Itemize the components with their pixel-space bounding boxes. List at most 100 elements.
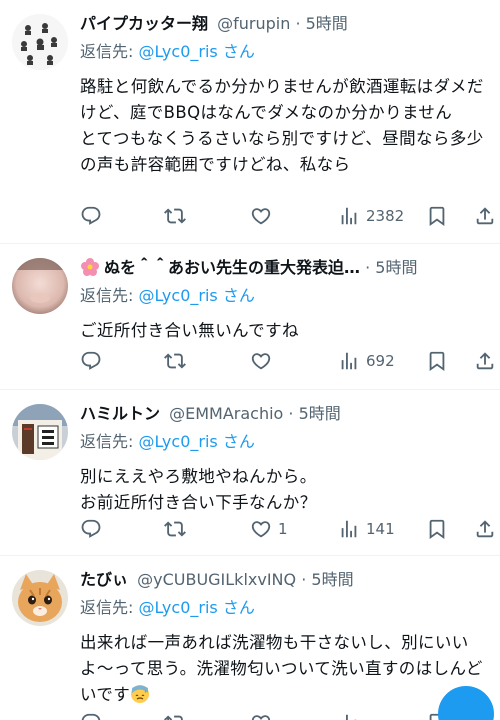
tweet-text: 出来れば一声あれば洗濯物も干さないし、別にいいよ〜って思う。洗濯物匂いついて洗い… [80,630,488,708]
like-button[interactable] [250,711,272,720]
retweet-icon [164,518,186,540]
tweet-text-line: とてつもなくうるさいなら別ですけど、昼間なら多少の声も許容範囲ですけどね、私なら [80,129,484,174]
tweet-reply[interactable]: ハミルトン @EMMArachio · 5時間 返信先: @Lyc0_ris さ… [0,390,500,556]
retweet-button[interactable] [164,349,186,373]
views-button[interactable] [338,711,360,720]
views-button[interactable]: 692 [338,349,395,373]
tweet-header: パイプカッター翔 @furupin · 5時間 [80,12,488,36]
avatar-image [12,258,68,314]
avatar[interactable] [12,404,68,460]
tweet-text: ご近所付き合い無いんですね [80,318,488,344]
views-button[interactable]: 2382 [338,204,404,228]
reply-prefix: 返信先: [80,432,139,451]
like-button[interactable] [250,204,272,228]
reply-mention[interactable]: @Lyc0_ris [138,432,217,451]
retweet-icon [164,350,186,372]
action-bar: 692 [80,349,488,373]
reply-suffix: さん [217,598,255,617]
views-icon [338,712,360,720]
timestamp[interactable]: 5時間 [306,14,348,33]
downcast-sweat-face-emoji-icon [130,684,150,704]
bookmark-icon [426,350,448,372]
reply-prefix: 返信先: [80,598,139,617]
reply-icon [80,350,102,372]
avatar[interactable] [12,570,68,626]
bookmark-button[interactable] [426,517,448,541]
bookmark-icon [426,518,448,540]
views-icon [338,518,360,540]
heart-icon [250,350,272,372]
reply-context: 返信先: @Lyc0_ris さん [80,40,488,64]
share-button[interactable] [474,517,496,541]
share-icon [474,518,496,540]
timestamp[interactable]: 5時間 [375,258,417,277]
tweet-header: ハミルトン @EMMArachio · 5時間 [80,402,488,426]
tweet-reply[interactable]: パイプカッター翔 @furupin · 5時間 返信先: @Lyc0_ris さ… [0,0,500,244]
bookmark-button[interactable] [426,204,448,228]
bookmark-icon [426,205,448,227]
share-button[interactable] [474,204,496,228]
tweet-text: 別にええやろ敷地やねんから。 お前近所付き合い下手なんか？ [80,464,488,516]
display-name[interactable]: パイプカッター翔 [80,14,208,33]
avatar-image [12,404,68,460]
flower-emoji-icon [80,257,100,277]
share-button[interactable] [474,349,496,373]
user-handle[interactable]: @furupin [217,14,290,33]
like-count: 1 [278,520,288,538]
reply-button[interactable] [80,349,102,373]
separator-dot: · [288,404,294,423]
reply-context: 返信先: @Lyc0_ris さん [80,430,488,454]
reply-suffix: さん [217,42,255,61]
avatar-image [12,14,68,70]
tweet-header: ぬを＾＾あおい先生の重大発表迫… · 5時間 [80,256,488,280]
action-bar: 2382 [80,204,488,228]
reply-button[interactable] [80,711,102,720]
share-icon [474,350,496,372]
retweet-button[interactable] [164,711,186,720]
user-handle[interactable]: @EMMArachio [169,404,283,423]
display-name[interactable]: ぬを＾＾あおい先生の重大発表迫… [104,258,360,277]
reply-suffix: さん [217,286,255,305]
retweet-icon [164,712,186,720]
display-name[interactable]: ハミルトン [80,404,160,423]
reply-button[interactable] [80,204,102,228]
avatar[interactable] [12,14,68,70]
tweet-text-line: 路駐と何飲んでるか分かりませんが飲酒運転はダメだけど、庭でBBQはなんでダメなの… [80,77,484,122]
tweet-header: たびぃ @yCUBUGILklxvINQ · 5時間 [80,568,488,592]
like-button[interactable]: 1 [250,517,288,541]
views-icon [338,350,360,372]
timestamp[interactable]: 5時間 [299,404,341,423]
avatar[interactable] [12,258,68,314]
tweet-text-line: ご近所付き合い無いんですね [80,321,299,340]
retweet-button[interactable] [164,204,186,228]
separator-dot: · [301,570,307,589]
tweet-text: 路駐と何飲んでるか分かりませんが飲酒運転はダメだけど、庭でBBQはなんでダメなの… [80,74,488,178]
reply-mention[interactable]: @Lyc0_ris [138,598,217,617]
reply-prefix: 返信先: [80,286,139,305]
reply-icon [80,712,102,720]
tweet-reply[interactable]: ぬを＾＾あおい先生の重大発表迫… · 5時間 返信先: @Lyc0_ris さん… [0,244,500,390]
bookmark-button[interactable] [426,349,448,373]
views-button[interactable]: 141 [338,517,395,541]
reply-context: 返信先: @Lyc0_ris さん [80,284,488,308]
retweet-button[interactable] [164,517,186,541]
reply-mention[interactable]: @Lyc0_ris [138,286,217,305]
separator-dot: · [295,14,301,33]
reply-mention[interactable]: @Lyc0_ris [138,42,217,61]
views-count: 2382 [366,207,405,225]
reply-icon [80,205,102,227]
like-button[interactable] [250,349,272,373]
action-bar: 1 141 [80,517,488,541]
reply-context: 返信先: @Lyc0_ris さん [80,596,488,620]
action-bar [80,711,488,720]
user-handle[interactable]: @yCUBUGILklxvINQ [137,570,296,589]
reply-suffix: さん [217,432,255,451]
display-name[interactable]: たびぃ [80,570,128,589]
timestamp[interactable]: 5時間 [311,570,353,589]
views-count: 692 [366,352,395,370]
tweet-reply[interactable]: たびぃ @yCUBUGILklxvINQ · 5時間 返信先: @Lyc0_ri… [0,556,500,720]
share-icon [474,205,496,227]
views-count: 141 [366,520,395,538]
separator-dot: · [365,258,371,277]
reply-button[interactable] [80,517,102,541]
